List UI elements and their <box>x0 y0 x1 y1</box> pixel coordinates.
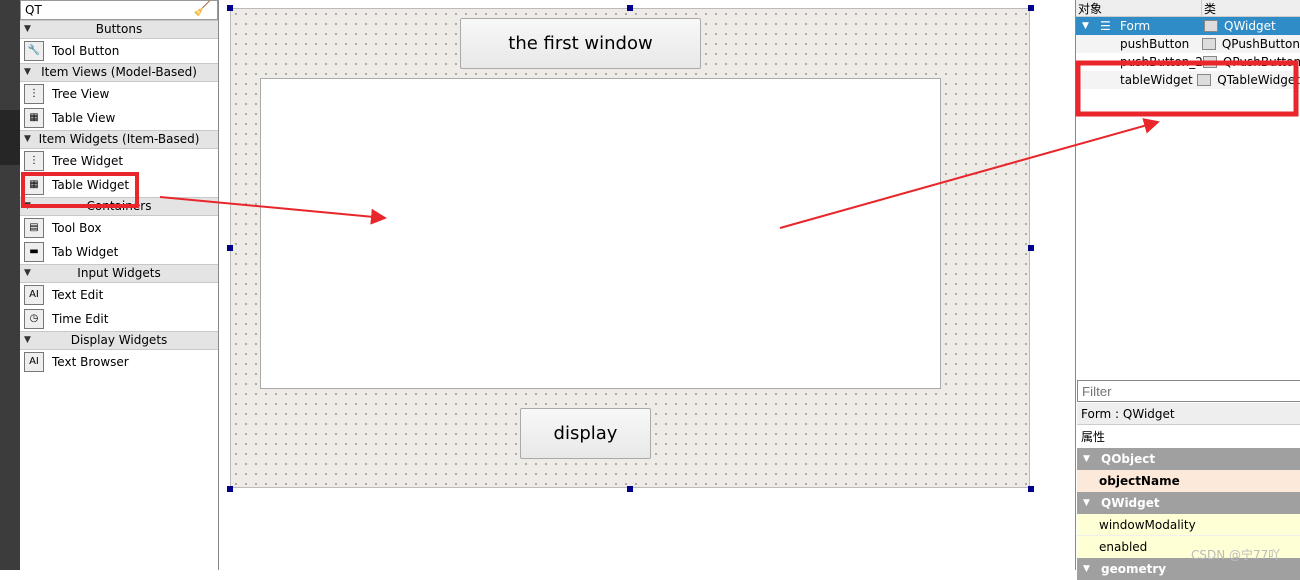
left-dock-strip <box>0 0 20 570</box>
display-button[interactable]: display <box>520 408 651 459</box>
category-label: Containers <box>86 199 152 213</box>
category-header[interactable]: ▼ Item Widgets (Item-Based) <box>20 130 218 149</box>
object-class: QWidget <box>1224 19 1276 33</box>
widget-item-label: Text Browser <box>52 355 129 369</box>
widget-item-label: Tab Widget <box>52 245 119 259</box>
object-class: QPushButton <box>1222 55 1300 69</box>
col-object[interactable]: 对象 <box>1076 0 1202 16</box>
widget-item-label: Text Edit <box>52 288 104 302</box>
search-value: QT <box>25 3 42 17</box>
col-class[interactable]: 类 <box>1202 0 1216 16</box>
tree-icon: ⋮ <box>24 84 44 104</box>
category-label: Input Widgets <box>77 266 161 280</box>
tree-icon: ⋮ <box>24 151 44 171</box>
object-class: QTableWidget <box>1217 73 1300 87</box>
category-header[interactable]: ▼ Item Views (Model-Based) <box>20 63 218 82</box>
widget-item[interactable]: ◷ Time Edit <box>20 307 218 331</box>
object-row[interactable]: tableWidget QTableWidget <box>1076 71 1300 89</box>
table-icon: ▦ <box>24 108 44 128</box>
object-name: pushButton <box>1120 37 1190 51</box>
group-label: QWidget <box>1101 496 1160 510</box>
class-icon <box>1202 56 1217 68</box>
widget-item-label: Tree Widget <box>52 154 124 168</box>
category-header[interactable]: ▼ Display Widgets <box>20 331 218 350</box>
clock-icon: ◷ <box>24 309 44 329</box>
form-icon: ☰ <box>1100 19 1111 33</box>
widget-item[interactable]: AI Text Edit <box>20 283 218 307</box>
tool-button-icon: 🔧 <box>24 41 44 61</box>
expand-icon[interactable]: ▼ <box>1082 21 1089 31</box>
text-edit-icon: AI <box>24 285 44 305</box>
category-label: Display Widgets <box>70 333 168 347</box>
watermark: CSDN @宁77吖 <box>1191 548 1281 562</box>
class-icon <box>1201 38 1216 50</box>
group-qwidget[interactable]: ▼ QWidget <box>1077 492 1300 514</box>
category-header[interactable]: ▼ Input Widgets <box>20 264 218 283</box>
widget-search-input[interactable]: QT 🧹 <box>20 0 218 20</box>
object-class: QPushButton <box>1221 37 1300 51</box>
object-name: tableWidget <box>1120 73 1193 87</box>
widget-item-label: Time Edit <box>52 312 109 326</box>
widget-item[interactable]: AI Text Browser <box>20 350 218 374</box>
category-header[interactable]: ▼ Containers <box>20 197 218 216</box>
object-row[interactable]: ▼ ☰ Form QWidget <box>1076 17 1300 35</box>
widget-box: QT 🧹 ▼ Buttons 🔧 Tool Button ▼ Item Views (Mod… <box>20 0 219 570</box>
category-header[interactable]: ▼ Buttons <box>20 20 218 39</box>
tab-widget-icon: ▬ <box>24 242 44 262</box>
group-label: QObject <box>1101 452 1156 466</box>
table-icon: ▦ <box>24 175 44 195</box>
widget-item[interactable]: ▬ Tab Widget <box>20 240 218 264</box>
widget-item-label: Tool Button <box>52 44 120 58</box>
property-context: Form : QWidget <box>1077 403 1300 425</box>
clear-broom-icon[interactable]: 🧹 <box>194 1 211 17</box>
widget-item-label: Tree View <box>52 87 110 101</box>
category-label: Buttons <box>95 22 143 36</box>
prop-objectname[interactable]: objectName <box>1077 470 1300 492</box>
group-qobject[interactable]: ▼ QObject <box>1077 448 1300 470</box>
class-icon <box>1204 20 1218 32</box>
widget-item-label: Table Widget <box>52 178 130 192</box>
widget-item[interactable]: ▦ Table Widget <box>20 173 218 197</box>
text-edit-icon: AI <box>24 352 44 372</box>
widget-item[interactable]: 🔧 Tool Button <box>20 39 218 63</box>
prop-windowmodality[interactable]: windowModality <box>1077 514 1300 536</box>
toolbox-icon: ▤ <box>24 218 44 238</box>
object-row[interactable]: pushButton_2 QPushButton <box>1076 53 1300 71</box>
category-label: Item Widgets (Item-Based) <box>38 132 200 146</box>
widget-item[interactable]: ⋮ Tree Widget <box>20 149 218 173</box>
widget-item[interactable]: ▤ Tool Box <box>20 216 218 240</box>
property-header: 属性 <box>1081 430 1106 444</box>
category-label: Item Views (Model-Based) <box>41 65 197 79</box>
widget-item-label: Table View <box>52 111 116 125</box>
widget-item[interactable]: ⋮ Tree View <box>20 82 218 106</box>
widget-item[interactable]: ▦ Table View <box>20 106 218 130</box>
group-label: geometry <box>1101 562 1167 576</box>
push-button-first-window[interactable]: the first window <box>460 18 701 69</box>
object-name: pushButton_2 <box>1120 55 1203 69</box>
class-icon <box>1197 74 1212 86</box>
widget-item-label: Tool Box <box>52 221 102 235</box>
table-widget[interactable] <box>260 78 941 389</box>
object-name: Form <box>1120 19 1151 33</box>
object-row[interactable]: pushButton QPushButton <box>1076 35 1300 53</box>
property-filter-input[interactable] <box>1077 380 1300 402</box>
right-dock: 对象类 ▼ ☰ Form QWidget pushButton QPushButton pu… <box>1075 0 1300 580</box>
